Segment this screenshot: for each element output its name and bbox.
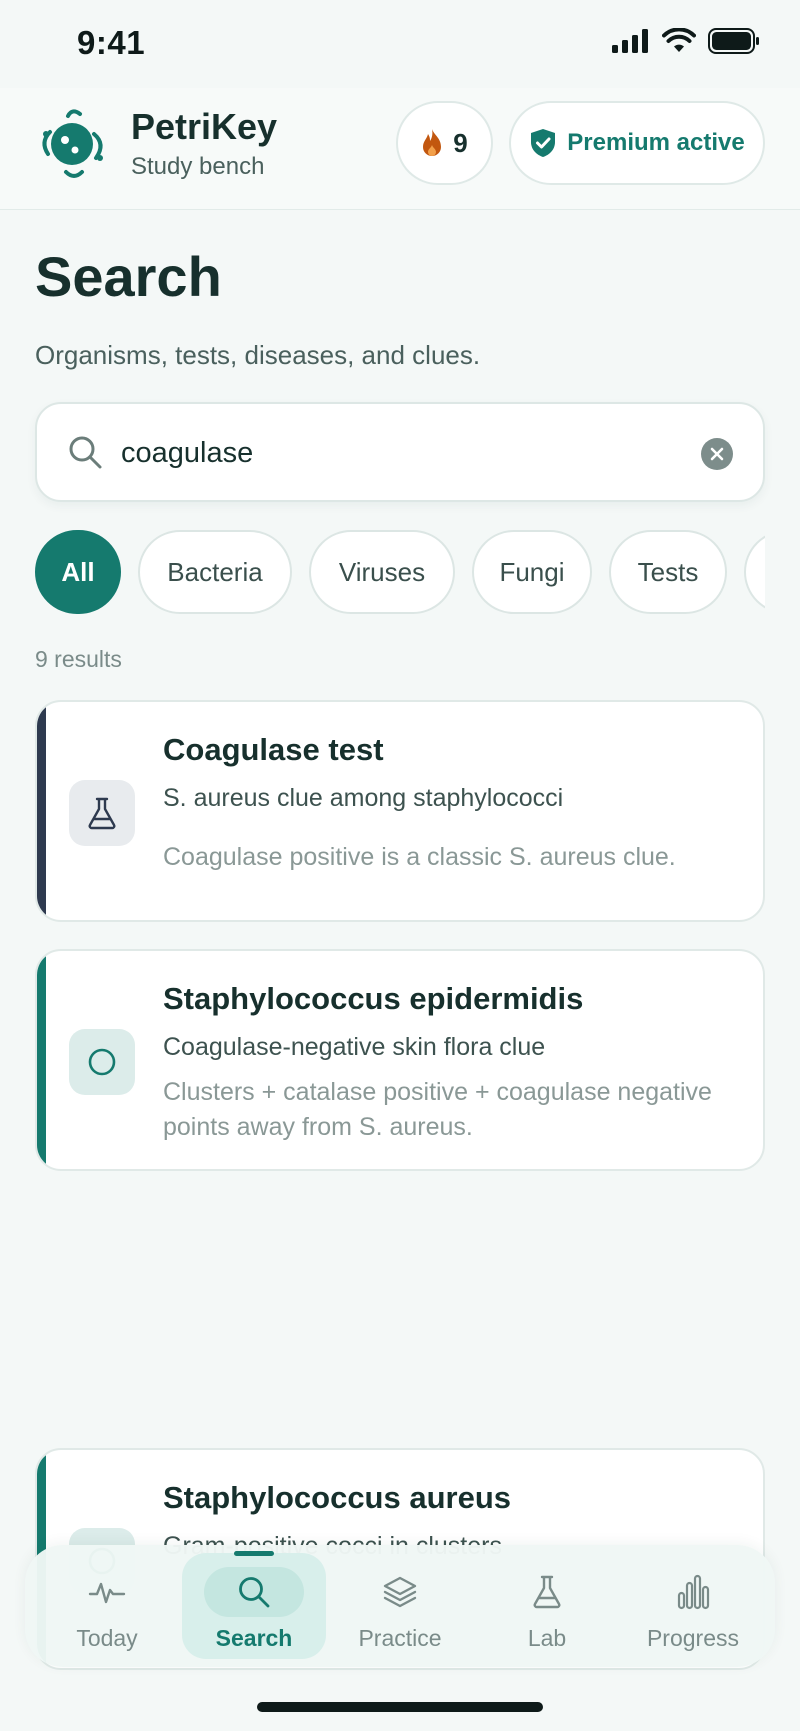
- card-subtitle: Coagulase-negative skin flora clue: [163, 1033, 546, 1061]
- filter-chip-viruses[interactable]: Viruses: [309, 530, 455, 614]
- nav-item-progress[interactable]: Progress: [621, 1553, 765, 1659]
- bar-chart-icon: [677, 1574, 710, 1610]
- circle-icon: [88, 1048, 116, 1076]
- status-time: 9:41: [77, 24, 146, 61]
- app-header: PetriKey Study bench 9 Premium active: [0, 88, 800, 210]
- filter-chips: All Bacteria Viruses Fungi Tests: [35, 530, 765, 616]
- flask-icon: [88, 797, 116, 830]
- filter-chip-all[interactable]: All: [35, 530, 121, 614]
- premium-label: Premium active: [567, 129, 745, 156]
- filter-chip-bacteria[interactable]: Bacteria: [138, 530, 292, 614]
- search-box: [35, 402, 765, 502]
- results-count: 9 results: [35, 646, 122, 672]
- search-icon: [239, 1577, 270, 1608]
- clear-search-button[interactable]: [701, 438, 733, 470]
- status-icons: [612, 28, 760, 54]
- streak-badge[interactable]: 9: [396, 101, 493, 185]
- nav-label: Today: [76, 1625, 138, 1651]
- search-input[interactable]: [121, 428, 681, 478]
- search-icon: [69, 436, 102, 469]
- filter-chip-fungi[interactable]: Fungi: [472, 530, 592, 614]
- card-accent: [37, 951, 46, 1169]
- brand-subtitle: Study bench: [131, 153, 265, 180]
- nav-item-today[interactable]: Today: [35, 1553, 179, 1659]
- close-icon: [710, 447, 724, 461]
- card-description: Coagulase positive is a classic S. aureu…: [163, 843, 676, 871]
- status-bar: 9:41: [0, 0, 800, 88]
- battery-icon: [708, 28, 759, 54]
- page-subtitle: Organisms, tests, diseases, and clues.: [35, 340, 481, 370]
- result-card[interactable]: Coagulase test S. aureus clue among stap…: [35, 700, 765, 922]
- home-indicator: [257, 1702, 543, 1712]
- nav-item-practice[interactable]: Practice: [328, 1553, 472, 1659]
- streak-count: 9: [453, 127, 468, 158]
- flame-icon: [423, 129, 442, 156]
- card-icon-box: [69, 1029, 135, 1095]
- flask-icon: [533, 1575, 561, 1609]
- nav-item-lab[interactable]: Lab: [475, 1553, 619, 1659]
- wifi-icon: [662, 28, 696, 52]
- card-title: Coagulase test: [163, 732, 384, 767]
- layers-icon: [383, 1576, 417, 1608]
- bottom-nav: Today Search Practice Lab Progress: [25, 1545, 775, 1667]
- nav-label: Progress: [646, 1625, 740, 1651]
- card-subtitle: S. aureus clue among staphylococci: [163, 784, 564, 812]
- filter-chip-more[interactable]: [744, 530, 765, 614]
- nav-label: Search: [215, 1625, 293, 1651]
- petrikey-logo-icon: [42, 109, 103, 178]
- card-title: Staphylococcus aureus: [163, 1480, 512, 1515]
- card-description: Clusters + catalase positive + coagulase…: [163, 1078, 712, 1141]
- filter-chip-tests[interactable]: Tests: [609, 530, 727, 614]
- nav-label: Lab: [527, 1625, 567, 1651]
- active-tab-indicator: [234, 1551, 274, 1556]
- brand-name: PetriKey: [131, 106, 278, 147]
- premium-badge[interactable]: Premium active: [509, 101, 765, 185]
- result-card[interactable]: Staphylococcus epidermidis Coagulase-neg…: [35, 949, 765, 1171]
- nav-label: Practice: [358, 1625, 442, 1651]
- nav-item-search[interactable]: Search: [182, 1551, 326, 1659]
- cellular-signal-icon: [612, 29, 648, 53]
- shield-check-icon: [531, 129, 556, 157]
- card-accent: [37, 702, 46, 920]
- card-icon-box: [69, 780, 135, 846]
- page-title: Search: [35, 245, 222, 308]
- pulse-icon: [88, 1582, 126, 1604]
- card-title: Staphylococcus epidermidis: [163, 981, 584, 1016]
